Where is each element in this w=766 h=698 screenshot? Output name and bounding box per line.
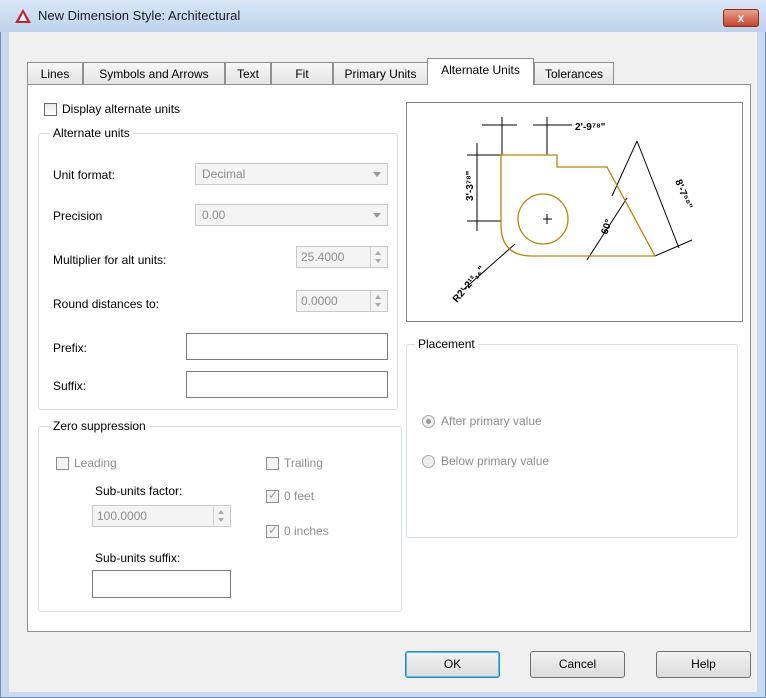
checkmark-icon: ✓ xyxy=(268,523,279,537)
trailing-label: Trailing xyxy=(284,456,323,470)
round-distances-label: Round distances to: xyxy=(53,297,160,311)
dim-aligned-text: 8'-7⁵⁸" xyxy=(672,178,694,211)
checkmark-icon: ✓ xyxy=(268,488,279,502)
multiplier-label: Multiplier for alt units: xyxy=(53,253,167,267)
help-button[interactable]: Help xyxy=(656,651,751,678)
below-primary-radio[interactable] xyxy=(422,455,435,468)
below-primary-label: Below primary value xyxy=(441,454,550,468)
display-alternate-units-label: Display alternate units xyxy=(62,102,181,116)
unit-format-select[interactable]: Decimal xyxy=(195,163,388,185)
chevron-down-icon xyxy=(373,172,381,177)
zero-inches-label: 0 inches xyxy=(284,524,329,538)
zero-inches-checkbox[interactable]: ✓ xyxy=(266,523,279,538)
sub-units-factor-spinner[interactable]: 100.0000 xyxy=(92,505,231,527)
spin-up-icon xyxy=(375,251,381,255)
cancel-button[interactable]: Cancel xyxy=(530,651,625,678)
leading-label: Leading xyxy=(74,456,117,470)
dimension-preview: 2'-9⁷⁸" 3'-3⁷⁸" 8'-7⁵⁸" 60° R2'-2¹³₁₆" xyxy=(406,102,743,322)
unit-format-label: Unit format: xyxy=(53,168,116,182)
tab-primary-units[interactable]: Primary Units xyxy=(333,62,428,84)
tab-alternate-units[interactable]: Alternate Units xyxy=(427,58,534,85)
placement-group xyxy=(406,344,738,538)
tab-symbols-and-arrows[interactable]: Symbols and Arrows xyxy=(83,62,225,84)
sub-units-suffix-input[interactable] xyxy=(92,570,231,598)
spinner-buttons[interactable] xyxy=(213,506,230,526)
after-primary-label: After primary value xyxy=(441,414,542,428)
suffix-label: Suffix: xyxy=(53,379,87,393)
autocad-logo-icon xyxy=(14,8,32,24)
close-button[interactable]: x xyxy=(723,9,759,27)
spin-up-icon xyxy=(375,295,381,299)
sub-units-factor-label: Sub-units factor: xyxy=(95,484,183,498)
spin-down-icon xyxy=(375,259,381,263)
ok-button[interactable]: OK xyxy=(405,651,500,678)
multiplier-value: 25.4000 xyxy=(301,250,345,264)
radio-dot-icon xyxy=(426,419,431,424)
spinner-buttons[interactable] xyxy=(370,291,387,311)
placement-legend: Placement xyxy=(415,337,478,351)
unit-format-value: Decimal xyxy=(202,167,246,181)
tab-fit[interactable]: Fit xyxy=(271,62,333,84)
dim-vertical-text: 3'-3⁷⁸" xyxy=(465,170,476,201)
suffix-input[interactable] xyxy=(186,371,388,398)
tab-tolerances[interactable]: Tolerances xyxy=(534,62,614,84)
display-alternate-units-checkbox[interactable] xyxy=(44,103,57,116)
prefix-label: Prefix: xyxy=(53,341,88,355)
prefix-input[interactable] xyxy=(186,333,388,360)
dim-horizontal-text: 2'-9⁷⁸" xyxy=(575,122,606,133)
tab-lines[interactable]: Lines xyxy=(27,62,83,84)
round-distances-value: 0.0000 xyxy=(301,294,338,308)
alternate-units-legend: Alternate units xyxy=(50,126,133,140)
sub-units-suffix-label: Sub-units suffix: xyxy=(95,551,181,565)
zero-suppression-legend: Zero suppression xyxy=(50,419,149,433)
tab-text[interactable]: Text xyxy=(225,62,271,84)
chevron-down-icon xyxy=(373,213,381,218)
zero-feet-checkbox[interactable]: ✓ xyxy=(266,488,279,503)
trailing-checkbox[interactable] xyxy=(266,457,279,470)
spin-down-icon xyxy=(218,518,224,522)
spin-down-icon xyxy=(375,303,381,307)
after-primary-radio[interactable] xyxy=(422,415,435,428)
sub-units-factor-value: 100.0000 xyxy=(97,509,148,523)
precision-select[interactable]: 0.00 xyxy=(195,204,388,226)
dialog-title: New Dimension Style: Architectural xyxy=(38,8,241,23)
spin-up-icon xyxy=(218,510,224,514)
precision-value: 0.00 xyxy=(202,208,226,222)
multiplier-spinner[interactable]: 25.4000 xyxy=(296,246,388,268)
leading-checkbox[interactable] xyxy=(56,457,69,470)
zero-feet-label: 0 feet xyxy=(284,489,315,503)
round-distances-spinner[interactable]: 0.0000 xyxy=(296,290,388,312)
spinner-buttons[interactable] xyxy=(370,247,387,267)
dim-radius-text: R2'-2¹³₁₆" xyxy=(451,264,488,305)
precision-label: Precision xyxy=(53,209,103,223)
